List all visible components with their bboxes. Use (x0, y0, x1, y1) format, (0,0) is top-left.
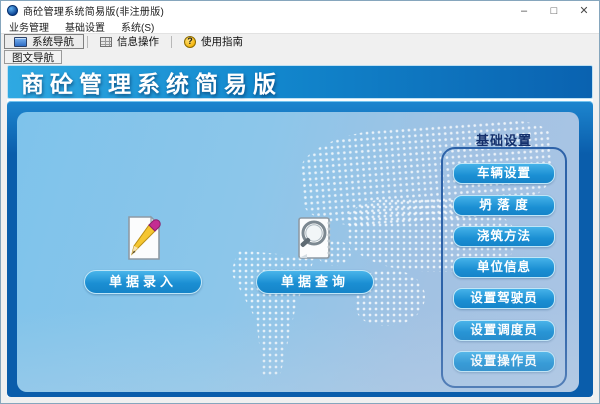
unit-info-button[interactable]: 单位信息 (453, 257, 555, 278)
toolbar-system-navigation-label: 系统导航 (32, 36, 74, 48)
titlebar: 商砼管理系统简易版(非注册版) – □ ✕ (1, 1, 599, 20)
shortcut-document-entry: 单据录入 (73, 214, 213, 294)
page-title: 商砼管理系统简易版 (21, 71, 282, 97)
menu-basic-settings[interactable]: 基础设置 (65, 19, 105, 34)
toolbar-separator (87, 35, 88, 48)
tab-graphic-navigation[interactable]: 图文导航 (4, 50, 62, 64)
world-map-dots-oceania (355, 270, 425, 326)
vehicle-settings-button[interactable]: 车辆设置 (453, 163, 555, 185)
toolbar-user-guide[interactable]: ? 使用指南 (175, 34, 252, 49)
toolbar-system-navigation[interactable]: 系统导航 (4, 34, 84, 49)
menubar: 业务管理 基础设置 系统(S) (1, 19, 599, 34)
slump-button[interactable]: 坍 落 度 (453, 194, 555, 216)
toolbar-separator (171, 35, 172, 48)
basic-settings-title: 基础设置 (475, 133, 532, 148)
pencil-document-icon[interactable] (120, 214, 166, 262)
shortcut-document-query: 单据查询 (245, 214, 385, 294)
tab-graphic-navigation-label: 图文导航 (12, 51, 54, 64)
content-frame: 单据录入 单据查询 基础设置 车辆设置 坍 落 度 浇筑方法 单位信息 设置驾驶… (7, 101, 593, 397)
maximize-button[interactable]: □ (539, 1, 569, 20)
app-icon (7, 5, 18, 16)
world-map-dots-islands (317, 240, 351, 266)
toolbar-info-operations-label: 信息操作 (117, 36, 159, 48)
tab-bar: 图文导航 (1, 49, 599, 64)
map-canvas: 单据录入 单据查询 基础设置 车辆设置 坍 落 度 浇筑方法 单位信息 设置驾驶… (17, 112, 579, 392)
search-document-icon[interactable] (292, 214, 338, 262)
world-map-dots-africa (231, 250, 315, 378)
tab-page: 商砼管理系统简易版 单据录入 单据查询 基础设置 车辆设置 坍 落 度 浇筑方法… (7, 65, 593, 397)
world-map-dots-eurasia (297, 117, 557, 231)
navigation-icon (14, 36, 27, 47)
document-query-button[interactable]: 单据查询 (256, 270, 374, 294)
toolbar-user-guide-label: 使用指南 (201, 36, 243, 48)
set-dispatcher-button[interactable]: 设置调度员 (453, 319, 555, 341)
grid-icon (100, 36, 112, 47)
toolbar-info-operations[interactable]: 信息操作 (91, 34, 168, 49)
set-operator-button[interactable]: 设置操作员 (453, 350, 555, 372)
basic-settings-box: 车辆设置 坍 落 度 浇筑方法 单位信息 设置驾驶员 设置调度员 设置操作员 (441, 147, 567, 388)
help-icon: ? (184, 35, 196, 48)
window-title: 商砼管理系统简易版(非注册版) (23, 7, 165, 18)
app-window: 商砼管理系统简易版(非注册版) – □ ✕ 业务管理 基础设置 系统(S) 系统… (0, 0, 600, 404)
menu-business-management[interactable]: 业务管理 (9, 19, 49, 34)
world-map-dots-south-asia (347, 198, 517, 272)
pouring-method-button[interactable]: 浇筑方法 (453, 225, 555, 247)
menu-system[interactable]: 系统(S) (121, 19, 154, 34)
close-button[interactable]: ✕ (569, 1, 599, 20)
minimize-button[interactable]: – (509, 1, 539, 20)
window-controls: – □ ✕ (509, 1, 599, 20)
basic-settings-panel: 基础设置 车辆设置 坍 落 度 浇筑方法 单位信息 设置驾驶员 设置调度员 设置… (441, 130, 567, 388)
toolbar: 系统导航 信息操作 ? 使用指南 (1, 33, 599, 49)
set-driver-button[interactable]: 设置驾驶员 (453, 288, 555, 310)
banner: 商砼管理系统简易版 (7, 65, 593, 99)
document-entry-button[interactable]: 单据录入 (84, 270, 202, 294)
